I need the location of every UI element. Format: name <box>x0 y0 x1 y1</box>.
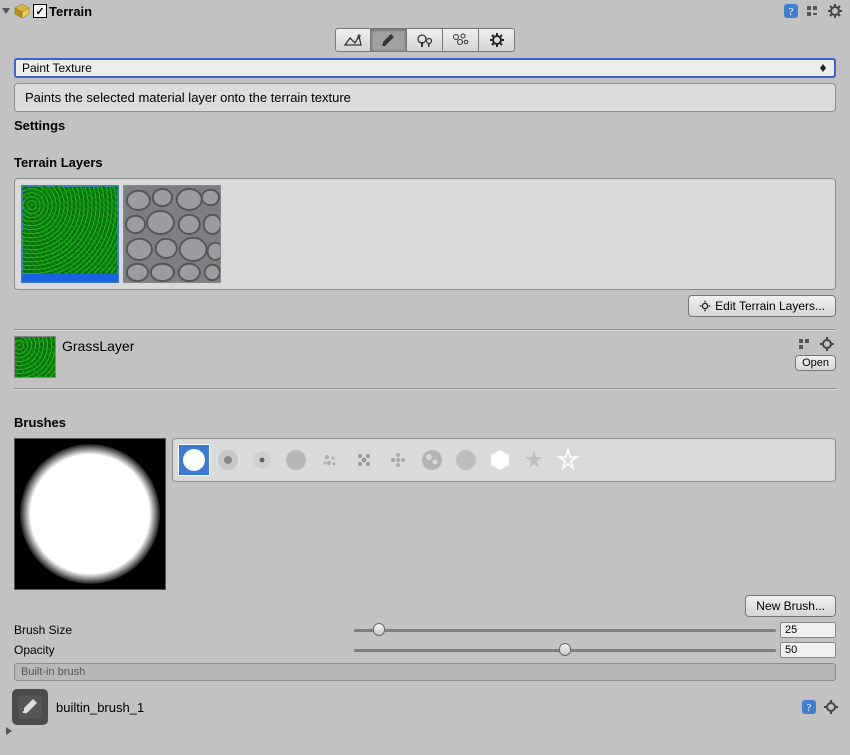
brush-thumb-star-outline[interactable] <box>552 444 584 476</box>
opacity-field[interactable]: 50 <box>780 642 836 658</box>
brush-thumb-star-soft[interactable] <box>518 444 550 476</box>
paint-trees-tool[interactable] <box>407 28 443 52</box>
settings-label: Settings <box>14 118 836 133</box>
brush-preview-circle-icon <box>20 444 160 584</box>
terrain-layers-label: Terrain Layers <box>14 155 836 170</box>
new-brush-button[interactable]: New Brush... <box>745 595 836 617</box>
brush-size-field[interactable]: 25 <box>780 622 836 638</box>
gear-icon <box>699 300 711 312</box>
divider <box>14 329 836 330</box>
svg-text:?: ? <box>789 6 794 18</box>
help-description: Paints the selected material layer onto … <box>14 83 836 112</box>
brush-thumb-8[interactable] <box>416 444 448 476</box>
gear-icon[interactable] <box>818 336 836 352</box>
layer-detail-name: GrassLayer <box>62 336 795 354</box>
raise-lower-tool[interactable] <box>335 28 371 52</box>
brush-size-slider[interactable] <box>354 622 776 638</box>
terrain-settings-tool[interactable] <box>479 28 515 52</box>
brush-thumb-2[interactable] <box>212 444 244 476</box>
component-title: Terrain <box>49 4 782 19</box>
edit-terrain-layers-button[interactable]: Edit Terrain Layers... <box>688 295 836 317</box>
svg-text:?: ? <box>807 702 812 714</box>
preset-icon[interactable] <box>804 3 822 19</box>
expand-arrow-icon[interactable] <box>6 727 12 735</box>
divider <box>14 388 836 389</box>
brush-thumbnail-list <box>172 438 836 482</box>
dropdown-value: Paint Texture <box>22 61 92 75</box>
foldout-arrow-icon[interactable] <box>2 8 10 14</box>
terrain-layer-stone[interactable] <box>123 185 221 283</box>
preset-icon[interactable] <box>796 336 814 352</box>
help-icon[interactable]: ? <box>782 3 800 19</box>
terrain-component-icon <box>14 3 30 19</box>
brush-thumb-7[interactable] <box>382 444 414 476</box>
brush-status-text: Built-in brush <box>14 663 836 681</box>
gear-icon[interactable] <box>822 699 840 715</box>
brush-thumb-1[interactable] <box>178 444 210 476</box>
brush-asset-row: builtin_brush_1 ? <box>0 687 850 727</box>
terrain-layers-box <box>14 178 836 290</box>
brush-asset-name: builtin_brush_1 <box>56 700 800 715</box>
paint-mode-dropdown[interactable]: Paint Texture <box>14 58 836 78</box>
brush-thumb-hexagon[interactable] <box>484 444 516 476</box>
brush-thumb-5[interactable] <box>314 444 346 476</box>
paint-details-tool[interactable] <box>443 28 479 52</box>
terrain-layer-grass[interactable] <box>21 185 119 283</box>
terrain-toolbar <box>0 22 850 58</box>
component-enabled-checkbox[interactable]: ✓ <box>33 4 47 18</box>
selected-layer-detail: GrassLayer Open <box>14 336 836 384</box>
paint-texture-tool[interactable] <box>371 28 407 52</box>
opacity-label: Opacity <box>14 643 354 657</box>
brushes-label: Brushes <box>14 415 836 430</box>
edit-layers-label: Edit Terrain Layers... <box>715 299 825 313</box>
brush-thumb-4[interactable] <box>280 444 312 476</box>
brush-thumb-9[interactable] <box>450 444 482 476</box>
brush-thumb-6[interactable] <box>348 444 380 476</box>
brush-size-label: Brush Size <box>14 623 354 637</box>
open-layer-button[interactable]: Open <box>795 355 836 371</box>
component-header: ✓ Terrain ? <box>0 0 850 22</box>
gear-icon[interactable] <box>826 3 844 19</box>
layer-detail-thumb <box>14 336 56 378</box>
brush-asset-icon <box>12 689 48 725</box>
brush-thumb-3[interactable] <box>246 444 278 476</box>
brush-preview <box>14 438 166 590</box>
help-icon[interactable]: ? <box>800 699 818 715</box>
opacity-slider[interactable] <box>354 642 776 658</box>
